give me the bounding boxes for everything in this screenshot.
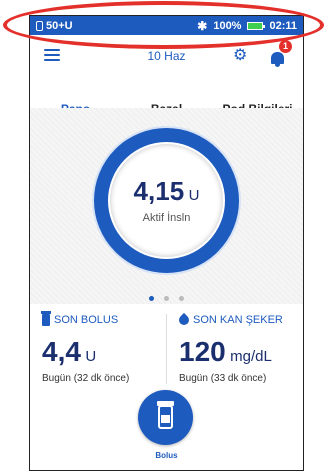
page-indicator[interactable]	[30, 288, 303, 306]
active-insulin-unit: U	[188, 187, 200, 204]
notification-badge: 1	[279, 40, 292, 53]
battery-icon	[247, 21, 266, 30]
last-bg-heading: SON KAN ŞEKER	[193, 314, 283, 326]
pod-icon	[36, 20, 43, 31]
gear-icon[interactable]: ⚙	[233, 48, 247, 64]
battery-percent: 100%	[213, 19, 242, 32]
last-bolus-heading: SON BOLUS	[54, 314, 119, 326]
app-bar: 10 Haz ⚙ 1 Pano Bazal Pod Bilgileri	[30, 35, 303, 126]
active-insulin-label: Aktif İnsln	[142, 212, 191, 224]
bell-icon[interactable]	[271, 52, 284, 67]
bluetooth-icon: ✱	[197, 18, 208, 33]
page-dot-1[interactable]	[148, 296, 154, 301]
last-bolus-unit: U	[85, 348, 97, 365]
last-bolus-time: Bugün (32 dk önce)	[42, 373, 130, 384]
page-title: 10 Haz	[147, 49, 186, 63]
page-dot-3[interactable]	[179, 296, 185, 301]
dashboard-panel: 4,15 U Aktif İnsln	[30, 108, 303, 304]
status-pod-text: 50+U	[46, 19, 73, 32]
last-bolus-card[interactable]: SON BOLUS 4,4 U Bugün (32 dk önce)	[30, 306, 166, 402]
last-bg-time: Bugün (33 dk önce)	[179, 373, 267, 384]
insulin-vial-icon	[41, 311, 51, 326]
bolus-button[interactable]	[138, 390, 193, 445]
status-time: 02:11	[269, 19, 297, 32]
drop-icon	[176, 312, 192, 328]
last-bolus-value: 4,4	[42, 336, 81, 367]
last-bg-unit: mg/dL	[230, 348, 272, 365]
last-bg-value: 120	[179, 336, 226, 367]
active-insulin-value: 4,15	[133, 176, 185, 206]
active-insulin-ring: 4,15 U Aktif İnsln	[94, 128, 239, 273]
bolus-button-label: Bolus	[155, 451, 178, 460]
summary-cards: SON BOLUS 4,4 U Bugün (32 dk önce) SON K…	[30, 306, 303, 402]
status-bar: 50+U ✱ 100% 02:11	[30, 16, 303, 35]
phone-screen: 50+U ✱ 100% 02:11 10 Haz ⚙ 1 Pano Bazal …	[29, 15, 304, 471]
insulin-vial-icon	[157, 401, 174, 429]
page-dot-2[interactable]	[164, 296, 169, 301]
active-insulin-dial: 4,15 U Aktif İnsln	[110, 144, 223, 257]
last-bg-card[interactable]: SON KAN ŞEKER 120 mg/dL Bugün (33 dk önc…	[167, 306, 303, 402]
